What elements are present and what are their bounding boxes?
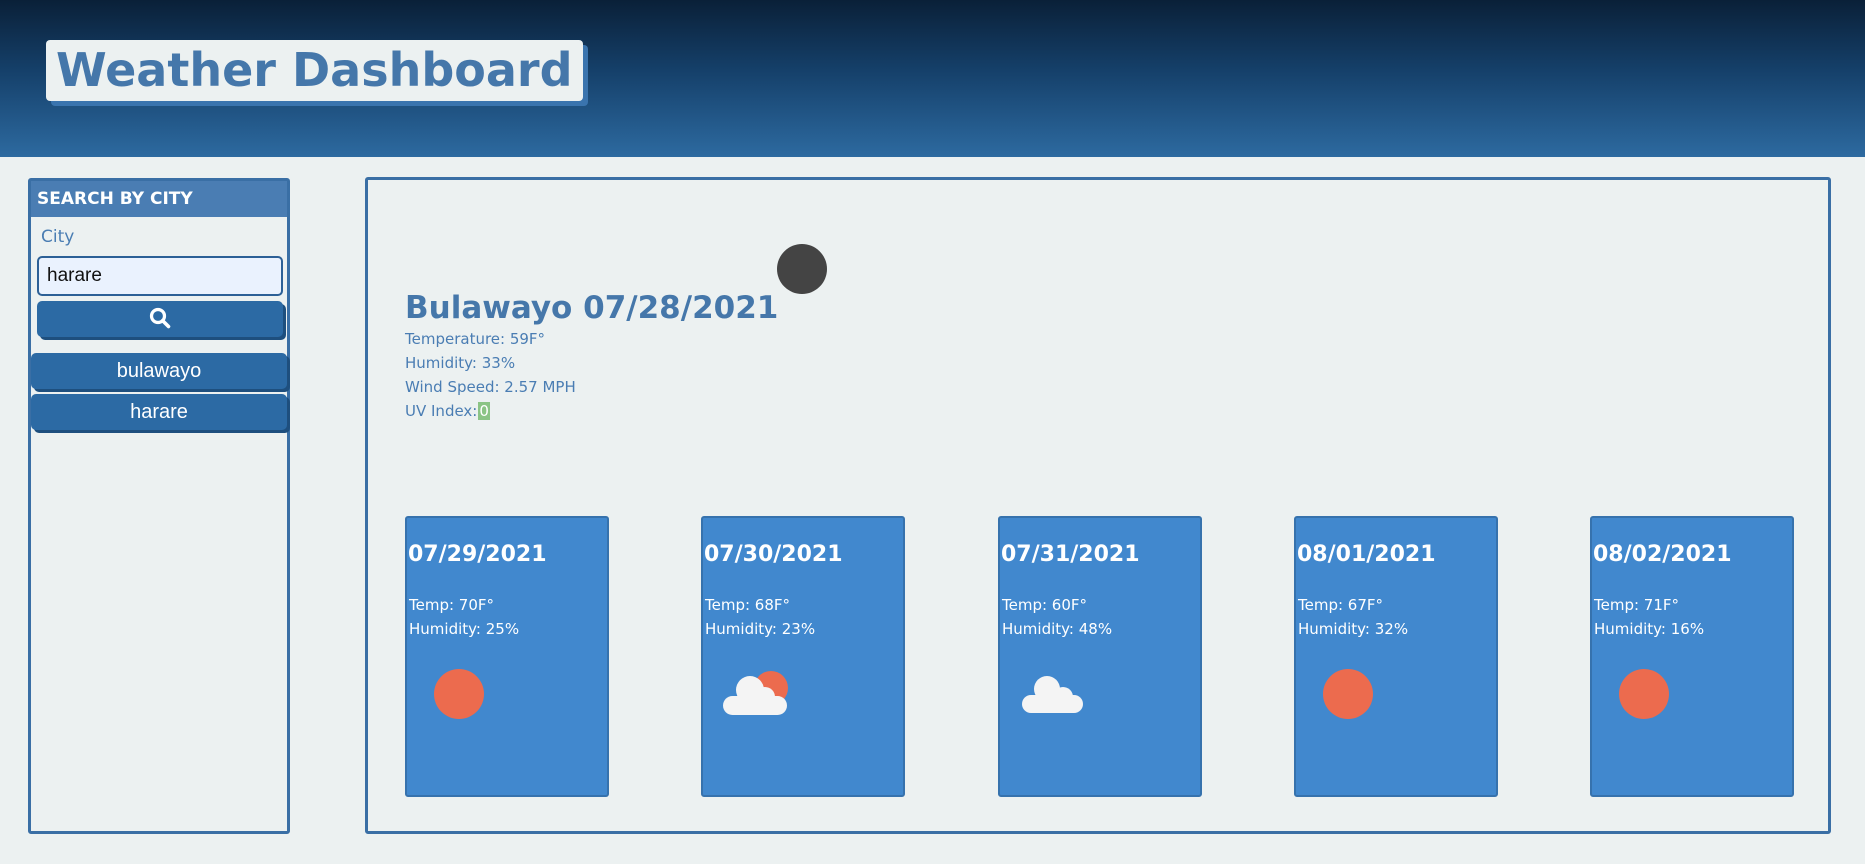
city-label: City [41,227,75,247]
forecast-date: 08/01/2021 [1297,542,1436,567]
page-title: Weather Dashboard [56,43,573,97]
cloud-icon [1018,666,1094,726]
forecast-card: 07/30/2021 Temp: 68F° Humidity: 23% [701,516,905,797]
forecast-card: 08/01/2021 Temp: 67F° Humidity: 32% [1294,516,1498,797]
current-humidity: Humidity: 33% [405,354,516,372]
search-sidebar: SEARCH BY CITY City bulawayo harare [28,178,290,834]
forecast-date: 08/02/2021 [1593,542,1732,567]
sun-icon [1314,666,1390,726]
partly-cloudy-icon [721,666,797,726]
current-uv-index: UV Index: 0 [405,402,490,420]
uv-label: UV Index: [405,402,478,420]
forecast-card: 07/31/2021 Temp: 60F° Humidity: 48% [998,516,1202,797]
forecast-humidity: Humidity: 48% [1002,620,1113,638]
history-item-harare[interactable]: harare [31,394,287,430]
forecast-temp: Temp: 67F° [1298,596,1384,614]
forecast-humidity: Humidity: 32% [1298,620,1409,638]
title-box: Weather Dashboard [46,40,583,101]
forecast-date: 07/31/2021 [1001,542,1140,567]
history-item-bulawayo[interactable]: bulawayo [31,353,287,389]
search-icon [149,307,171,332]
dark-circle-icon [777,244,827,294]
forecast-date: 07/29/2021 [408,542,547,567]
current-wind-speed: Wind Speed: 2.57 MPH [405,378,576,396]
weather-panel: Bulawayo 07/28/2021 Temperature: 59F° Hu… [365,177,1831,834]
forecast-temp: Temp: 70F° [409,596,495,614]
sun-icon [425,666,501,726]
uv-badge: 0 [478,402,490,420]
search-heading: SEARCH BY CITY [31,181,287,217]
forecast-temp: Temp: 60F° [1002,596,1088,614]
forecast-temp: Temp: 71F° [1594,596,1680,614]
search-button[interactable] [37,301,283,337]
forecast-humidity: Humidity: 25% [409,620,520,638]
forecast-humidity: Humidity: 23% [705,620,816,638]
forecast-card: 08/02/2021 Temp: 71F° Humidity: 16% [1590,516,1794,797]
current-temperature: Temperature: 59F° [405,330,546,348]
forecast-date: 07/30/2021 [704,542,843,567]
forecast-temp: Temp: 68F° [705,596,791,614]
sun-icon [1610,666,1686,726]
forecast-humidity: Humidity: 16% [1594,620,1705,638]
current-city-date: Bulawayo 07/28/2021 [405,290,779,326]
city-search-input[interactable] [37,256,283,296]
forecast-card: 07/29/2021 Temp: 70F° Humidity: 25% [405,516,609,797]
header: Weather Dashboard [0,0,1865,157]
